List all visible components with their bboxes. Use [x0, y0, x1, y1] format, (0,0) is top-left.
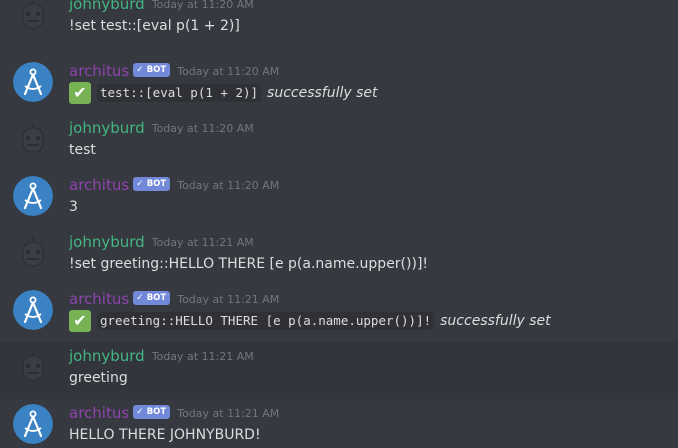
bot-tag: ✓ BOT	[133, 63, 171, 77]
checkmark-icon: ✓	[136, 407, 144, 417]
username[interactable]: johnyburd	[69, 232, 145, 252]
message: johnyburd Today at 11:21 AM greeting	[0, 342, 678, 399]
message-text: HELLO THERE JOHNYBURD!	[69, 427, 261, 443]
message: architus ✓ BOT Today at 11:21 AM ✔ greeti…	[0, 285, 678, 342]
message-content: greeting	[69, 367, 128, 389]
message: johnyburd Today at 11:21 AM !set greetin…	[0, 228, 678, 285]
message-header: johnyburd Today at 11:20 AM	[69, 0, 254, 14]
timestamp: Today at 11:20 AM	[177, 179, 280, 192]
username[interactable]: architus	[69, 403, 129, 423]
bot-tag-label: BOT	[146, 407, 167, 417]
timestamp: Today at 11:20 AM	[151, 122, 254, 135]
message-content: 3	[69, 196, 78, 218]
timestamp: Today at 11:20 AM	[177, 65, 280, 78]
bot-tag-label: BOT	[146, 65, 167, 75]
white-check-mark-icon: ✔	[69, 82, 91, 104]
chat-message-list: johnyburd Today at 11:20 AM !set test::[…	[0, 0, 678, 448]
message-text: !set test::[eval p(1 + 2)]	[69, 18, 240, 34]
message-content: HELLO THERE JOHNYBURD!	[69, 424, 261, 446]
checkmark-icon: ✓	[136, 179, 144, 189]
message-header: johnyburd Today at 11:21 AM	[69, 232, 254, 252]
status-text: successfully set	[267, 85, 378, 101]
bot-tag: ✓ BOT	[133, 405, 171, 419]
message-header: architus ✓ BOT Today at 11:20 AM	[69, 61, 279, 81]
johnyburd-avatar-icon[interactable]	[13, 119, 53, 159]
username[interactable]: architus	[69, 289, 129, 309]
timestamp: Today at 11:21 AM	[177, 407, 280, 420]
username[interactable]: johnyburd	[69, 0, 145, 14]
bot-tag-label: BOT	[146, 179, 167, 189]
johnyburd-avatar-icon[interactable]	[13, 233, 53, 273]
architus-avatar-icon[interactable]	[13, 404, 53, 444]
username[interactable]: johnyburd	[69, 346, 145, 366]
status-text: successfully set	[440, 313, 551, 329]
timestamp: Today at 11:20 AM	[151, 0, 254, 11]
message-text: !set greeting::HELLO THERE [e p(a.name.u…	[69, 256, 429, 272]
message-header: johnyburd Today at 11:20 AM	[69, 118, 254, 138]
message: architus ✓ BOT Today at 11:21 AM HELLO TH…	[0, 399, 678, 448]
message-header: johnyburd Today at 11:21 AM	[69, 346, 254, 366]
message-content: ✔ test::[eval p(1 + 2)] successfully set	[69, 82, 378, 104]
bot-tag: ✓ BOT	[133, 177, 171, 191]
message-content: !set test::[eval p(1 + 2)]	[69, 15, 240, 37]
timestamp: Today at 11:21 AM	[177, 293, 280, 306]
timestamp: Today at 11:21 AM	[151, 350, 254, 363]
bot-tag: ✓ BOT	[133, 291, 171, 305]
white-check-mark-icon: ✔	[69, 310, 91, 332]
architus-avatar-icon[interactable]	[13, 290, 53, 330]
inline-code: greeting::HELLO THERE [e p(a.name.upper(…	[97, 312, 435, 330]
timestamp: Today at 11:21 AM	[151, 236, 254, 249]
message-text: 3	[69, 199, 78, 215]
message-header: architus ✓ BOT Today at 11:21 AM	[69, 289, 279, 309]
message-text: test	[69, 142, 96, 158]
architus-avatar-icon[interactable]	[13, 176, 53, 216]
bot-tag-label: BOT	[146, 293, 167, 303]
architus-avatar-icon[interactable]	[13, 62, 53, 102]
message-header: architus ✓ BOT Today at 11:20 AM	[69, 175, 279, 195]
message: architus ✓ BOT Today at 11:20 AM ✔ test::…	[0, 57, 678, 114]
username[interactable]: architus	[69, 175, 129, 195]
message-header: architus ✓ BOT Today at 11:21 AM	[69, 403, 279, 423]
message-content: test	[69, 139, 96, 161]
username[interactable]: architus	[69, 61, 129, 81]
message-content: !set greeting::HELLO THERE [e p(a.name.u…	[69, 253, 428, 275]
johnyburd-avatar-icon[interactable]	[13, 347, 53, 387]
message-text: greeting	[69, 370, 128, 386]
message: johnyburd Today at 11:20 AM test	[0, 114, 678, 171]
checkmark-icon: ✓	[136, 293, 144, 303]
message: architus ✓ BOT Today at 11:20 AM 3	[0, 171, 678, 228]
inline-code: test::[eval p(1 + 2)]	[97, 84, 262, 102]
checkmark-icon: ✓	[136, 65, 144, 75]
message-content: ✔ greeting::HELLO THERE [e p(a.name.uppe…	[69, 310, 551, 332]
johnyburd-avatar-icon[interactable]	[13, 0, 53, 35]
username[interactable]: johnyburd	[69, 118, 145, 138]
message: johnyburd Today at 11:20 AM !set test::[…	[0, 0, 678, 47]
